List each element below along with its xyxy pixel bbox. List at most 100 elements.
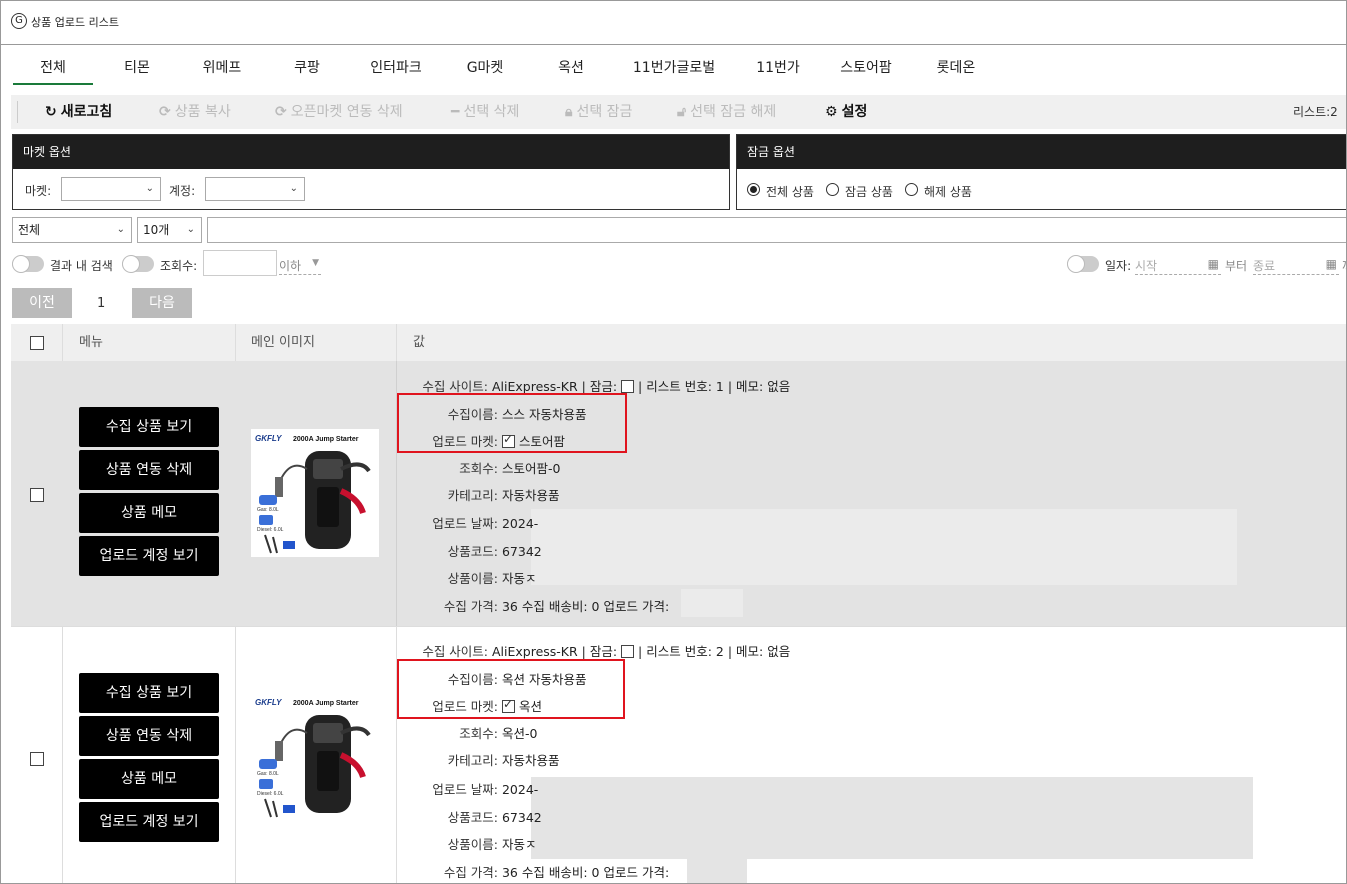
view-collected-product-button[interactable]: 수집 상품 보기 bbox=[79, 673, 219, 713]
openmarket-delete-button[interactable]: ⟳ 오픈마켓 연동 삭제 bbox=[275, 95, 403, 129]
thumb-brand-text: GKFLY bbox=[255, 434, 282, 443]
date-start-input[interactable]: 시작 ▦ bbox=[1135, 257, 1221, 275]
copy-product-button[interactable]: ⟳ 상품 복사 bbox=[159, 95, 231, 129]
redacted-area bbox=[687, 857, 747, 883]
category-value: 자동차용품 bbox=[501, 753, 560, 768]
thumb-diesel-text: Diesel: 6.0L bbox=[257, 527, 284, 533]
product-code-label: 상품코드: bbox=[447, 810, 498, 825]
refresh-button[interactable]: ↻ 새로고침 bbox=[45, 95, 112, 129]
tab-tmon[interactable]: 티몬 bbox=[109, 51, 165, 85]
prev-page-button[interactable]: 이전 bbox=[12, 288, 72, 318]
lock-selected-button[interactable]: 🔒︎ 선택 잠금 bbox=[565, 95, 632, 129]
radio-all-products[interactable] bbox=[747, 183, 760, 196]
account-select[interactable]: ⌄ bbox=[205, 177, 305, 201]
thumb-diesel-text: Diesel: 6.0L bbox=[257, 791, 284, 797]
list-no-value: 1 bbox=[715, 379, 724, 394]
minus-icon: ━ bbox=[451, 104, 460, 120]
delete-selected-button[interactable]: ━ 선택 삭제 bbox=[451, 95, 519, 129]
product-thumbnail[interactable]: GKFLY 2000A Jump Starter Gas: 8.0L Diese… bbox=[251, 429, 379, 557]
tab-coupang[interactable]: 쿠팡 bbox=[279, 51, 335, 85]
table-header: 메뉴 메인 이미지 값 bbox=[11, 324, 1346, 361]
column-divider bbox=[235, 324, 236, 361]
calendar-icon: ▦ bbox=[1325, 257, 1337, 271]
memo-label: 메모: bbox=[736, 379, 764, 394]
upload-price-label: 업로드 가격: bbox=[603, 865, 670, 880]
unlock-selected-button[interactable]: 🔓︎ 선택 잠금 해제 bbox=[677, 95, 776, 129]
views-filter-toggle[interactable] bbox=[122, 255, 154, 273]
row-checkbox[interactable] bbox=[30, 488, 44, 502]
tab-11st[interactable]: 11번가 bbox=[745, 51, 811, 85]
row-lock-checkbox[interactable] bbox=[621, 645, 635, 658]
view-upload-account-button[interactable]: 업로드 계정 보기 bbox=[79, 802, 219, 842]
view-upload-account-button[interactable]: 업로드 계정 보기 bbox=[79, 536, 219, 576]
select-all-checkbox[interactable] bbox=[30, 336, 44, 350]
radio-all-products-label: 전체 상품 bbox=[766, 185, 814, 199]
radio-unlocked-products-label: 해제 상품 bbox=[924, 185, 972, 199]
product-code-value: 67342 bbox=[501, 810, 542, 825]
tab-auction[interactable]: 옥션 bbox=[541, 51, 601, 85]
price-line: 수집 가격: 36 수집 배송비: 0 업로드 가격: bbox=[406, 596, 669, 615]
tab-gmarket[interactable]: G마켓 bbox=[453, 51, 517, 85]
column-divider bbox=[396, 324, 397, 361]
category-label: 카테고리: bbox=[447, 753, 498, 768]
shipping-value: 0 bbox=[591, 599, 600, 614]
date-end-placeholder: 종료 bbox=[1253, 259, 1276, 273]
tab-storefarm[interactable]: 스토어팜 bbox=[829, 51, 903, 85]
product-memo-button[interactable]: 상품 메모 bbox=[79, 493, 219, 533]
price-value: 36 bbox=[501, 865, 518, 880]
chevron-down-icon: ⌄ bbox=[145, 183, 154, 194]
gear-icon: ⚙ bbox=[825, 104, 838, 120]
radio-locked-products[interactable] bbox=[826, 183, 839, 196]
highlight-box bbox=[397, 659, 625, 719]
search-input[interactable] bbox=[207, 217, 1346, 243]
list-no-label: 리스트 번호: bbox=[646, 379, 712, 394]
refresh-icon: ↻ bbox=[45, 104, 57, 120]
settings-button[interactable]: ⚙ 설정 bbox=[825, 95, 867, 129]
redacted-area bbox=[681, 589, 743, 617]
market-select[interactable]: ⌄ bbox=[61, 177, 161, 201]
date-from-label: 부터 bbox=[1225, 259, 1248, 273]
calendar-icon: ▦ bbox=[1207, 257, 1219, 271]
refresh-label: 새로고침 bbox=[60, 104, 113, 120]
page-size-select[interactable]: 10개 ⌄ bbox=[137, 217, 202, 243]
views-input[interactable] bbox=[203, 250, 277, 276]
product-name-label: 상품이름: bbox=[447, 571, 498, 586]
radio-unlocked-products[interactable] bbox=[905, 183, 918, 196]
column-divider bbox=[62, 627, 63, 883]
delete-selected-label: 선택 삭제 bbox=[463, 104, 520, 120]
chevron-down-icon: ⌄ bbox=[116, 224, 125, 235]
caret-down-icon: ▼ bbox=[312, 258, 320, 268]
tab-11st-global[interactable]: 11번가글로벌 bbox=[623, 51, 725, 85]
window-title: 상품 업로드 리스트 bbox=[31, 16, 119, 29]
search-scope-value: 전체 bbox=[18, 223, 41, 237]
shipping-label: 수집 배송비: bbox=[521, 599, 588, 614]
product-thumbnail[interactable]: GKFLY 2000A Jump Starter Gas: 8.0L Diese… bbox=[251, 693, 379, 821]
in-results-toggle[interactable] bbox=[12, 255, 44, 273]
row-checkbox[interactable] bbox=[30, 752, 44, 766]
date-filter-toggle[interactable] bbox=[1067, 255, 1099, 273]
thumb-title-text: 2000A Jump Starter bbox=[293, 436, 359, 443]
tab-wemakeprice[interactable]: 위메프 bbox=[191, 51, 253, 85]
market-options-panel: 마켓 옵션 마켓: ⌄ 계정: ⌄ bbox=[12, 134, 730, 210]
views-value: 옥션-0 bbox=[501, 726, 538, 741]
account-label: 계정: bbox=[169, 184, 196, 198]
lock-label: 잠금: bbox=[589, 644, 618, 659]
tab-all[interactable]: 전체 bbox=[13, 51, 93, 85]
market-tabs: 전체 티몬 위메프 쿠팡 인터파크 G마켓 옥션 11번가글로벌 11번가 스토… bbox=[1, 51, 1346, 87]
delete-product-link-button[interactable]: 상품 연동 삭제 bbox=[79, 450, 219, 490]
date-end-input[interactable]: 종료 ▦ bbox=[1253, 257, 1339, 275]
view-collected-product-button[interactable]: 수집 상품 보기 bbox=[79, 407, 219, 447]
search-scope-select[interactable]: 전체 ⌄ bbox=[12, 217, 132, 243]
upload-date-line: 업로드 날짜: 2024- bbox=[406, 513, 538, 532]
product-memo-button[interactable]: 상품 메모 bbox=[79, 759, 219, 799]
next-page-button[interactable]: 다음 bbox=[132, 288, 192, 318]
category-label: 카테고리: bbox=[447, 488, 498, 503]
tab-interpark[interactable]: 인터파크 bbox=[357, 51, 435, 85]
product-name-line: 상품이름: 자동ㅈ bbox=[406, 568, 537, 587]
delete-product-link-button[interactable]: 상품 연동 삭제 bbox=[79, 716, 219, 756]
row-lock-checkbox[interactable] bbox=[621, 380, 635, 393]
views-suffix-select[interactable]: 이하 ▼ bbox=[279, 257, 322, 275]
tab-lotteon[interactable]: 롯데온 bbox=[923, 51, 989, 85]
lock-options-title: 잠금 옵션 bbox=[737, 135, 1346, 169]
price-line: 수집 가격: 36 수집 배송비: 0 업로드 가격: bbox=[406, 862, 669, 881]
